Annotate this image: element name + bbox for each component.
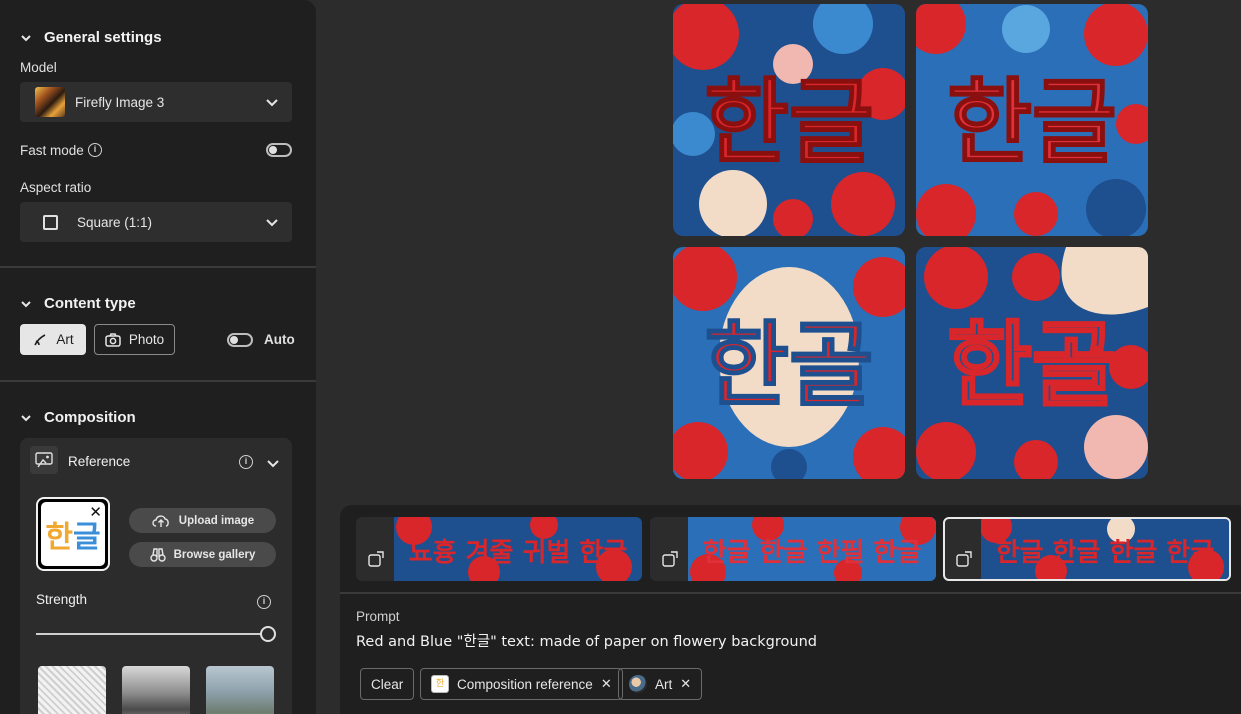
photo-button[interactable]: Photo	[94, 324, 175, 355]
reference-card: Reference i 한글 ✕ Upload image Browse gal…	[20, 438, 292, 714]
art-style-thumb	[629, 675, 647, 693]
refresh-image-icon[interactable]	[952, 547, 976, 571]
chevron-down-icon[interactable]	[267, 457, 279, 469]
history-strip-2[interactable]: 한글 한글 한필 한글	[650, 517, 936, 581]
chevron-down-icon	[266, 219, 278, 227]
art-chip[interactable]: Art ✕	[618, 668, 703, 700]
prompt-label: Prompt	[356, 609, 400, 624]
info-icon[interactable]: i	[88, 143, 102, 157]
composition-reference-label: Composition reference	[457, 676, 593, 692]
strip-text: 한글 한글 한글 한글	[996, 538, 1215, 568]
history-strip-3-selected[interactable]: 한글 한글 한글 한글	[943, 517, 1231, 581]
prompt-input[interactable]: Red and Blue "한글" text: made of paper on…	[356, 630, 817, 651]
reference-image[interactable]: 한글 ✕	[36, 497, 110, 571]
image-text: 한골	[947, 312, 1116, 419]
composition-reference-chip[interactable]: 한 Composition reference ✕	[420, 668, 623, 700]
content-type-title: Content type	[44, 295, 136, 312]
aspect-ratio-select[interactable]: Square (1:1)	[20, 202, 292, 242]
upload-image-label: Upload image	[178, 514, 255, 527]
browse-gallery-label: Browse gallery	[173, 548, 256, 561]
image-text: 한골	[704, 312, 873, 419]
strip-text: 한글 한글 한필 한글	[703, 538, 922, 568]
content-type-header[interactable]: Content type	[20, 295, 136, 312]
general-settings-header[interactable]: General settings	[20, 29, 162, 46]
prompt-area: 뇨흉 겨줄 귀벌 한글 한글 한글 한필 한글 한글 한글 한글 한글 Prom…	[340, 505, 1241, 714]
section-divider	[0, 266, 316, 268]
generated-image-1[interactable]: 한글	[673, 4, 905, 236]
reference-icon	[30, 446, 58, 474]
style-thumbnail-interior[interactable]	[206, 666, 274, 714]
chevron-down-icon	[21, 34, 31, 41]
composition-header[interactable]: Composition	[20, 409, 136, 426]
model-value: Firefly Image 3	[75, 94, 165, 110]
style-thumbnail-landscape[interactable]	[122, 666, 190, 714]
art-button-label: Art	[56, 332, 74, 347]
strength-slider-handle[interactable]	[260, 626, 276, 642]
close-icon[interactable]: ✕	[601, 676, 612, 692]
art-chip-label: Art	[655, 676, 673, 692]
settings-panel: General settings Model Firefly Image 3 F…	[0, 0, 316, 714]
camera-icon	[105, 332, 121, 347]
auto-toggle[interactable]	[227, 333, 253, 347]
square-icon	[43, 214, 58, 230]
image-text: 한글	[704, 69, 873, 176]
style-thumbnail-sketch[interactable]	[38, 666, 106, 714]
close-icon[interactable]: ✕	[89, 503, 102, 521]
composition-reference-thumb: 한	[431, 675, 449, 693]
model-select[interactable]: Firefly Image 3	[20, 82, 292, 122]
chevron-down-icon	[21, 414, 31, 421]
strength-label: Strength	[36, 592, 88, 607]
strength-slider-track[interactable]	[36, 633, 262, 635]
binoculars-icon	[149, 547, 166, 562]
clear-button[interactable]: Clear	[360, 668, 415, 700]
photo-button-label: Photo	[128, 332, 165, 347]
fast-mode-label: Fast mode	[20, 143, 84, 158]
composition-title: Composition	[44, 409, 136, 426]
generated-image-2[interactable]: 한글	[916, 4, 1148, 236]
chevron-down-icon	[21, 300, 31, 307]
aspect-ratio-label: Aspect ratio	[20, 180, 92, 195]
info-icon[interactable]: i	[239, 455, 253, 469]
generated-image-3[interactable]: 한골	[673, 247, 905, 479]
refresh-image-icon[interactable]	[364, 547, 388, 571]
clear-label: Clear	[371, 676, 404, 692]
model-thumbnail	[35, 87, 65, 117]
prompt-divider	[340, 592, 1241, 594]
generated-image-4[interactable]: 한골	[916, 247, 1148, 479]
close-icon[interactable]: ✕	[680, 676, 691, 692]
cloud-upload-icon	[152, 514, 169, 527]
brush-icon	[34, 333, 46, 345]
chevron-down-icon	[266, 99, 278, 107]
reference-label: Reference	[68, 454, 131, 469]
image-text: 한글	[947, 69, 1116, 176]
history-strip-1[interactable]: 뇨흉 겨줄 귀벌 한글	[356, 517, 642, 581]
section-divider	[0, 380, 316, 382]
upload-image-button[interactable]: Upload image	[129, 508, 276, 533]
auto-label: Auto	[264, 332, 295, 347]
art-button[interactable]: Art	[20, 324, 86, 355]
fast-mode-toggle[interactable]	[266, 143, 292, 157]
model-label: Model	[20, 60, 57, 75]
history-thumbnails: 한글 한글 한글 한글	[981, 519, 1229, 579]
browse-gallery-button[interactable]: Browse gallery	[129, 542, 276, 567]
refresh-image-icon[interactable]	[658, 547, 682, 571]
strip-text: 뇨흉 겨줄 귀벌 한글	[409, 538, 628, 568]
history-thumbnails: 한글 한글 한필 한글	[688, 517, 936, 581]
history-thumbnails: 뇨흉 겨줄 귀벌 한글	[394, 517, 642, 581]
info-icon[interactable]: i	[257, 595, 271, 609]
aspect-ratio-value: Square (1:1)	[77, 214, 153, 230]
general-settings-title: General settings	[44, 29, 162, 46]
